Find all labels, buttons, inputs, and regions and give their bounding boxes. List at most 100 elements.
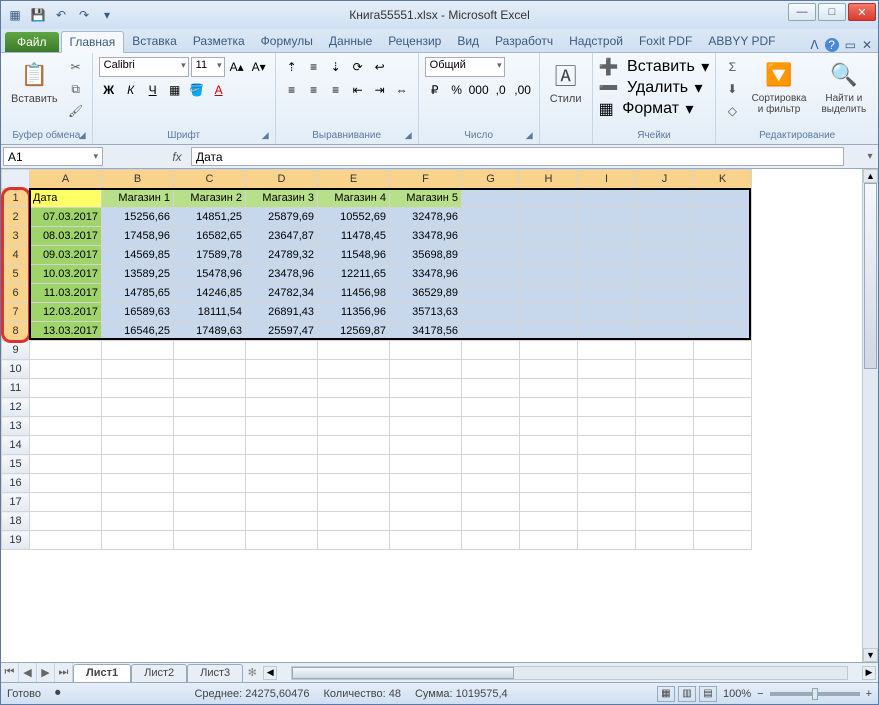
cell[interactable]: 10.03.2017 xyxy=(30,265,102,284)
row-header[interactable]: 15 xyxy=(2,455,30,474)
cell[interactable] xyxy=(102,436,174,455)
minimize-button[interactable]: — xyxy=(788,3,816,21)
cell[interactable] xyxy=(636,493,694,512)
cell[interactable] xyxy=(30,493,102,512)
cell[interactable] xyxy=(318,360,390,379)
expand-formula-icon[interactable]: ▾ xyxy=(862,145,878,168)
ribbon-tab-abbyy pdf[interactable]: ABBYY PDF xyxy=(700,31,783,52)
cell[interactable] xyxy=(520,379,578,398)
cell[interactable] xyxy=(390,436,462,455)
cell[interactable] xyxy=(102,493,174,512)
cell[interactable] xyxy=(694,227,752,246)
cell[interactable] xyxy=(102,341,174,360)
cell[interactable] xyxy=(462,341,520,360)
cell[interactable] xyxy=(694,474,752,493)
cell[interactable]: 11356,96 xyxy=(318,303,390,322)
cell[interactable]: Магазин 2 xyxy=(174,189,246,208)
cell[interactable] xyxy=(462,265,520,284)
cell[interactable] xyxy=(30,379,102,398)
window-options-icon[interactable]: ▭ xyxy=(845,38,856,52)
cell[interactable]: 10552,69 xyxy=(318,208,390,227)
cell[interactable] xyxy=(694,303,752,322)
cell[interactable]: 34178,56 xyxy=(390,322,462,341)
cell[interactable] xyxy=(318,436,390,455)
cell[interactable] xyxy=(636,455,694,474)
merge-icon[interactable]: ⇔ xyxy=(392,80,412,100)
cell[interactable] xyxy=(636,227,694,246)
cell[interactable] xyxy=(694,360,752,379)
scroll-left-icon[interactable]: ◀ xyxy=(263,666,277,680)
align-right-icon[interactable]: ≡ xyxy=(326,80,346,100)
cell[interactable]: 23478,96 xyxy=(246,265,318,284)
cell[interactable]: 23647,87 xyxy=(246,227,318,246)
save-icon[interactable]: 💾 xyxy=(28,5,48,25)
cell[interactable] xyxy=(520,322,578,341)
cell[interactable]: 15256,66 xyxy=(102,208,174,227)
cell[interactable]: 11548,96 xyxy=(318,246,390,265)
column-header[interactable]: E xyxy=(318,170,390,189)
new-sheet-icon[interactable]: ✻ xyxy=(243,663,261,682)
cell[interactable] xyxy=(636,436,694,455)
italic-button[interactable]: К xyxy=(121,80,141,100)
cell[interactable] xyxy=(578,436,636,455)
cell[interactable] xyxy=(636,398,694,417)
align-bottom-icon[interactable]: ⇣ xyxy=(326,57,346,77)
row-header[interactable]: 1 xyxy=(2,189,30,208)
cell[interactable]: 09.03.2017 xyxy=(30,246,102,265)
cell[interactable]: Магазин 5 xyxy=(390,189,462,208)
cell[interactable] xyxy=(520,208,578,227)
cell[interactable] xyxy=(390,474,462,493)
row-header[interactable]: 3 xyxy=(2,227,30,246)
cell[interactable]: 26891,43 xyxy=(246,303,318,322)
cell[interactable] xyxy=(390,417,462,436)
row-header[interactable]: 19 xyxy=(2,531,30,550)
cell[interactable] xyxy=(390,455,462,474)
fill-icon[interactable]: ⬇ xyxy=(722,79,742,99)
cell[interactable] xyxy=(174,455,246,474)
thousands-icon[interactable]: 000 xyxy=(469,80,489,100)
cell[interactable] xyxy=(318,455,390,474)
cell[interactable] xyxy=(636,246,694,265)
increase-font-icon[interactable]: A▴ xyxy=(227,57,247,77)
currency-icon[interactable]: ₽ xyxy=(425,80,445,100)
cell[interactable] xyxy=(578,512,636,531)
cell[interactable] xyxy=(462,455,520,474)
cell[interactable] xyxy=(30,531,102,550)
cell[interactable] xyxy=(102,379,174,398)
wrap-text-icon[interactable]: ↩ xyxy=(370,57,390,77)
cell[interactable]: Магазин 4 xyxy=(318,189,390,208)
cell[interactable] xyxy=(520,227,578,246)
cell[interactable] xyxy=(636,303,694,322)
cell[interactable] xyxy=(578,493,636,512)
cell[interactable]: 14785,65 xyxy=(102,284,174,303)
cell[interactable]: 15478,96 xyxy=(174,265,246,284)
cell[interactable]: 35713,63 xyxy=(390,303,462,322)
cell[interactable] xyxy=(636,341,694,360)
redo-icon[interactable]: ↷ xyxy=(74,5,94,25)
align-top-icon[interactable]: ⇡ xyxy=(282,57,302,77)
cell[interactable] xyxy=(520,284,578,303)
cell[interactable] xyxy=(318,531,390,550)
cell[interactable] xyxy=(462,189,520,208)
ribbon-tab-разметка[interactable]: Разметка xyxy=(185,31,253,52)
cell[interactable]: 36529,89 xyxy=(390,284,462,303)
cell[interactable]: 13589,25 xyxy=(102,265,174,284)
cell[interactable]: Магазин 3 xyxy=(246,189,318,208)
cell[interactable]: 25597,47 xyxy=(246,322,318,341)
minimize-ribbon-icon[interactable]: ᐱ xyxy=(810,38,818,52)
worksheet-grid[interactable]: ABCDEFGHIJK1ДатаМагазин 1Магазин 2Магази… xyxy=(1,169,878,662)
name-box[interactable]: A1 xyxy=(3,147,103,166)
cell[interactable] xyxy=(520,417,578,436)
align-middle-icon[interactable]: ≡ xyxy=(304,57,324,77)
cell[interactable] xyxy=(462,360,520,379)
cell[interactable]: 18111,54 xyxy=(174,303,246,322)
qat-more-icon[interactable]: ▾ xyxy=(97,5,117,25)
cell[interactable]: 13.03.2017 xyxy=(30,322,102,341)
copy-icon[interactable]: ⧉ xyxy=(66,79,86,99)
cell[interactable] xyxy=(520,455,578,474)
cell[interactable] xyxy=(30,512,102,531)
column-header[interactable]: D xyxy=(246,170,318,189)
cell[interactable] xyxy=(462,227,520,246)
cell[interactable] xyxy=(578,360,636,379)
cell[interactable] xyxy=(578,227,636,246)
